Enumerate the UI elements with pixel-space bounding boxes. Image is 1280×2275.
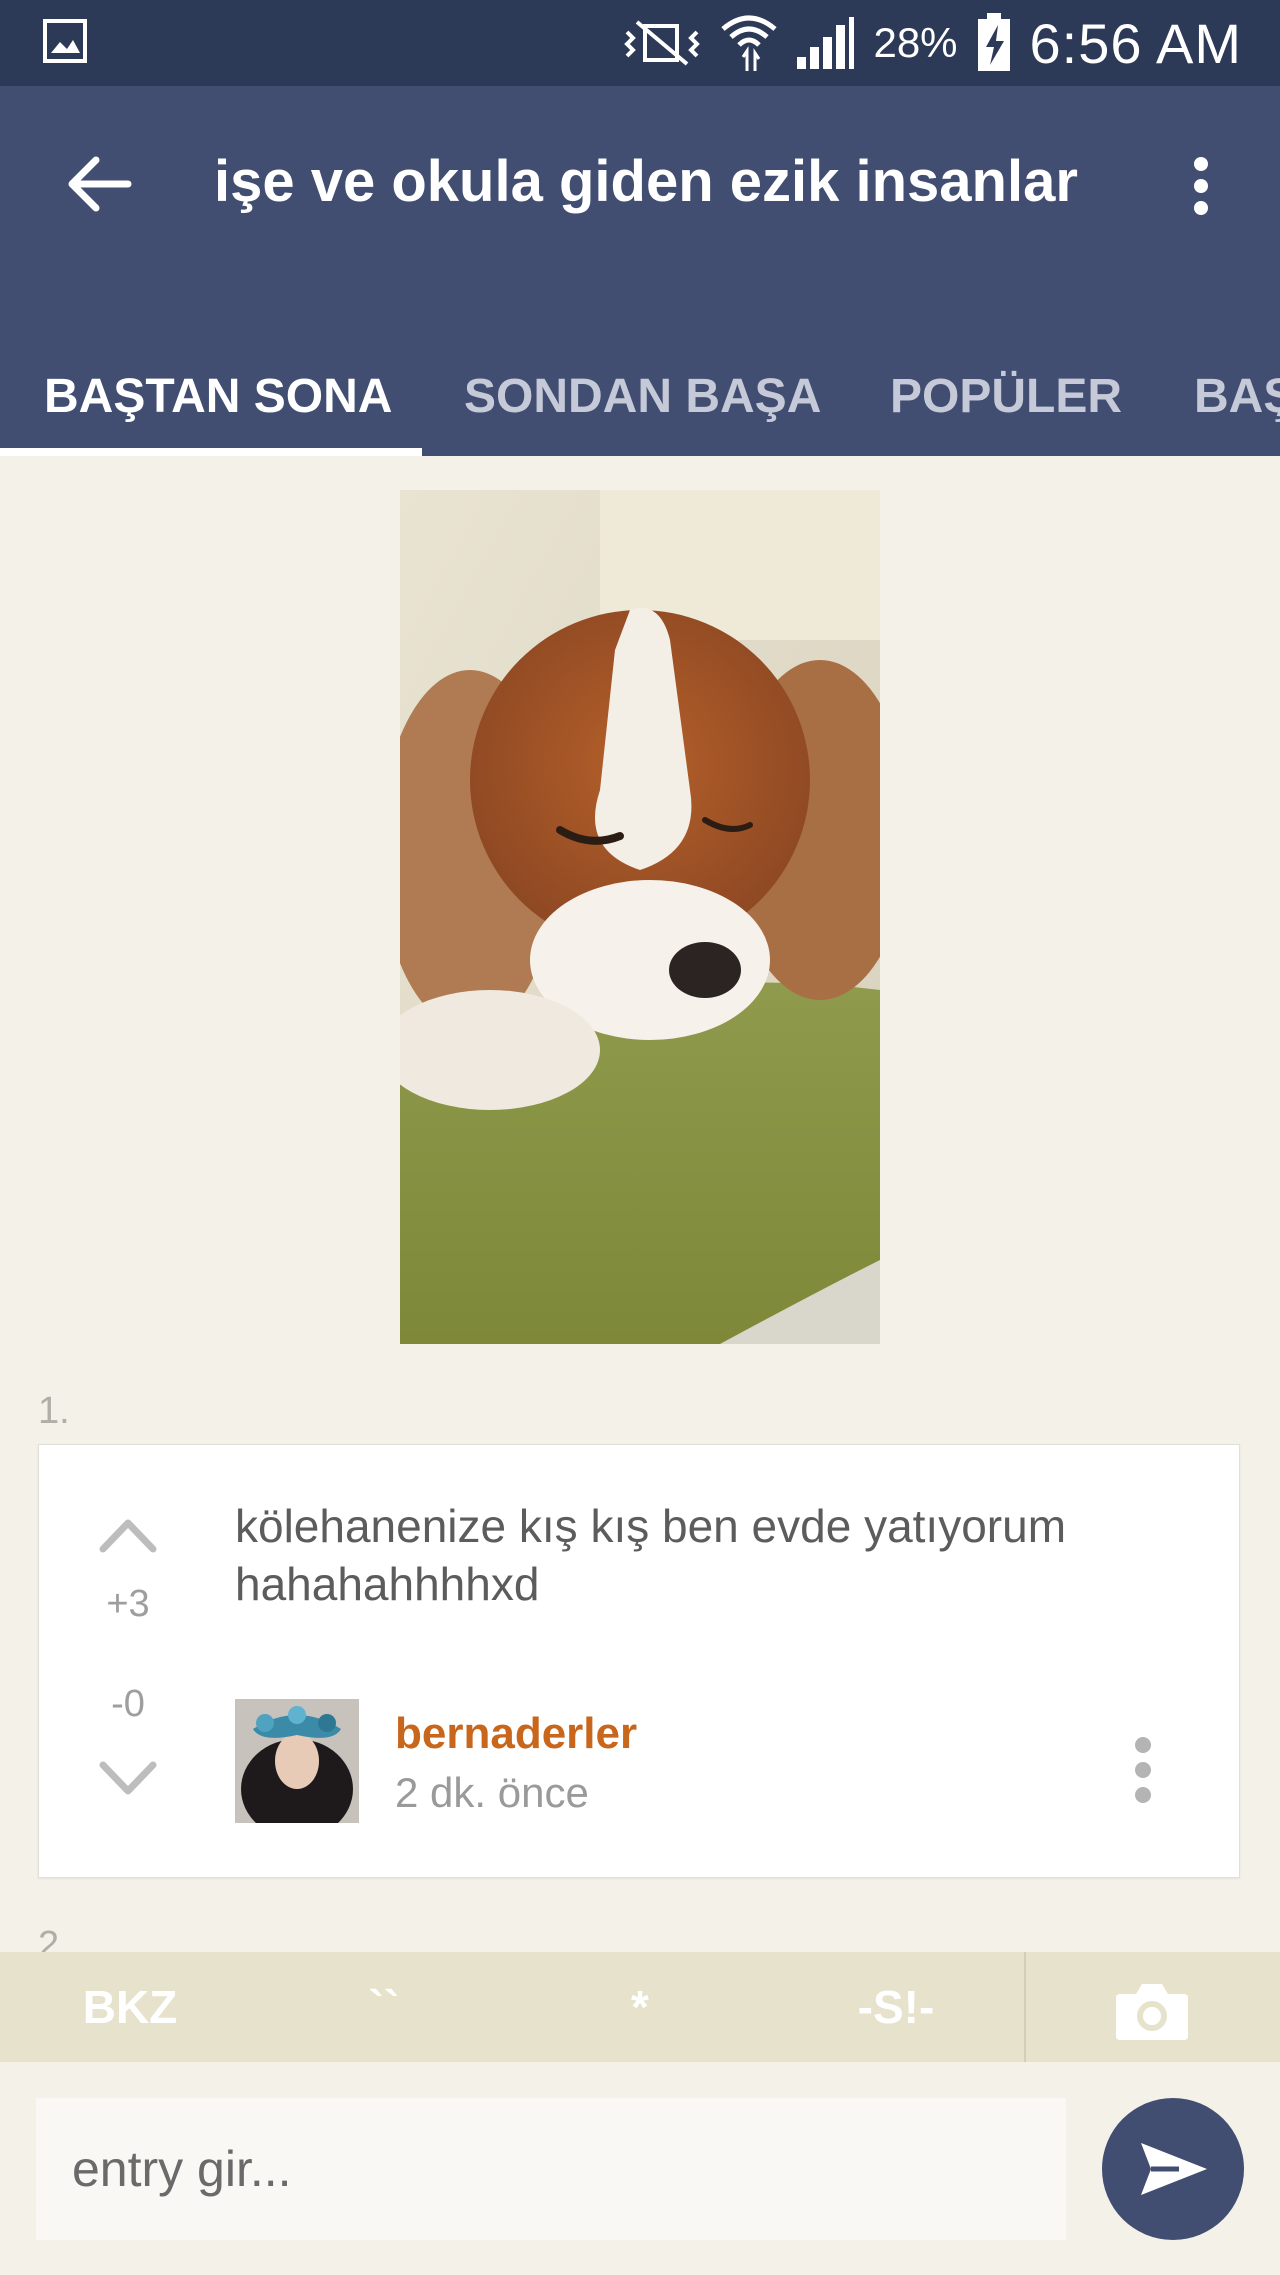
tab-bar: BAŞTAN SONA SONDAN BAŞA POPÜLER BAŞ	[0, 338, 1280, 456]
entry-timestamp[interactable]: 2 dk. önce	[395, 1769, 589, 1817]
more-vertical-icon[interactable]	[1131, 1735, 1155, 1805]
active-tab-indicator	[0, 448, 422, 456]
clock: 6:56 AM	[1029, 11, 1242, 75]
battery-percent: 28%	[873, 19, 958, 66]
chevron-down-icon[interactable]	[99, 1761, 157, 1797]
app-bar: işe ve okula giden ezik insanlar BAŞTAN …	[0, 86, 1280, 456]
author-link[interactable]: bernaderler	[395, 1709, 637, 1759]
send-button[interactable]	[1102, 2098, 1244, 2240]
camera-icon[interactable]	[1114, 1980, 1190, 2042]
tab-bastan-sona[interactable]: BAŞTAN SONA	[44, 338, 392, 456]
vibrate-mute-icon	[624, 20, 701, 66]
spoiler-button[interactable]: -S!-	[826, 1952, 966, 2062]
tab-bas[interactable]: BAŞ	[1194, 338, 1280, 456]
downvote-count: -0	[111, 1683, 145, 1725]
avatar[interactable]	[235, 1699, 359, 1823]
send-icon	[1141, 2143, 1207, 2195]
chevron-up-icon[interactable]	[99, 1517, 157, 1553]
tab-sondan-basa[interactable]: SONDAN BAŞA	[464, 338, 821, 456]
entry-number: 1.	[38, 1390, 70, 1432]
toolbar-divider	[1024, 1952, 1026, 2062]
hidden-bkz-button[interactable]: ``	[314, 1952, 454, 2062]
tab-populer[interactable]: POPÜLER	[890, 338, 1122, 456]
status-bar: 28% 6:56 AM	[0, 0, 1280, 86]
page-title: işe ve okula giden ezik insanlar	[214, 149, 1078, 214]
signal-icon	[797, 17, 855, 69]
bkz-button[interactable]: BKZ	[60, 1952, 200, 2062]
entry-input[interactable]	[36, 2098, 1066, 2240]
format-toolbar: BKZ `` * -S!-	[0, 1952, 1280, 2062]
arrow-left-icon[interactable]	[64, 154, 134, 214]
asterisk-button[interactable]: *	[570, 1952, 710, 2062]
dog-photo	[400, 490, 880, 1344]
entry-text: kölehanenize kış kış ben evde yatıyorum …	[235, 1500, 1067, 1610]
gallery-icon	[43, 19, 87, 63]
entry-number: 2.	[38, 1924, 70, 1954]
battery-charging-icon	[977, 13, 1010, 71]
entry-image[interactable]	[400, 490, 880, 1344]
compose-bar	[0, 2062, 1280, 2275]
wifi-icon	[721, 15, 778, 71]
upvote-count: +3	[106, 1583, 150, 1625]
entry-card: +3 -0 kölehanenize kış kış ben evde yatı…	[38, 1444, 1240, 1878]
more-vertical-icon[interactable]	[1186, 156, 1216, 216]
avatar-image	[235, 1699, 359, 1823]
